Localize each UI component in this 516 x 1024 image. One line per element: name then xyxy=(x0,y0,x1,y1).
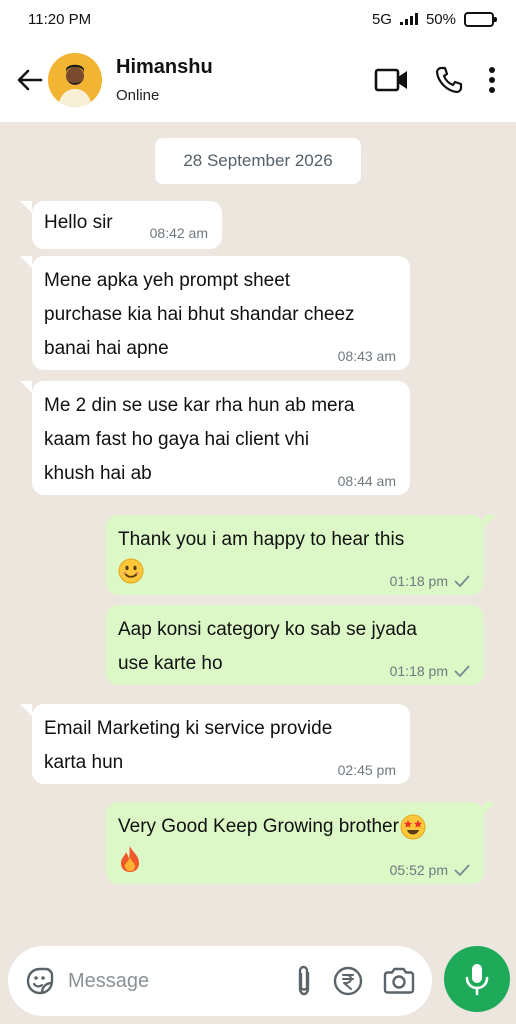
avatar-photo xyxy=(48,53,102,107)
video-call-button[interactable] xyxy=(374,67,410,93)
smiling-face-emoji xyxy=(118,558,144,584)
message-meta: 05:52 pm xyxy=(390,862,470,878)
message-bubble-incoming[interactable]: Email Marketing ki service provide karta… xyxy=(32,704,410,784)
message-bubble-outgoing[interactable]: Aap konsi category ko sab se jyada use k… xyxy=(106,605,484,685)
mic-button[interactable] xyxy=(444,946,510,1012)
read-check-icon xyxy=(454,575,470,587)
status-time: 11:20 PM xyxy=(28,10,92,28)
message-line: Mene apka yeh prompt sheet xyxy=(44,270,291,291)
back-arrow-icon xyxy=(17,69,43,91)
message-line: Aap konsi category ko sab se jyada xyxy=(118,619,417,640)
message-text: Hello sir xyxy=(44,212,113,233)
message-line: kaam fast ho gaya hai client vhi xyxy=(44,429,310,450)
fire-emoji xyxy=(121,845,139,872)
message-line: Very Good Keep Growing brother xyxy=(118,816,399,837)
bubble-tail xyxy=(20,256,32,268)
phone-call-icon xyxy=(435,66,463,94)
bubble-tail xyxy=(20,201,32,213)
date-chip: 28 September 2026 xyxy=(155,138,361,184)
message-time: 01:18 pm xyxy=(389,573,448,589)
status-bar: 11:20 PM 5G 50% xyxy=(0,0,516,38)
camera-icon xyxy=(383,967,415,994)
message-bubble-incoming[interactable]: Mene apka yeh prompt sheet purchase kia … xyxy=(32,256,410,370)
message-meta: 01:18 pm xyxy=(390,573,470,589)
message-time: 01:18 pm xyxy=(389,663,448,679)
payment-button[interactable] xyxy=(332,965,364,997)
battery-icon xyxy=(464,11,497,27)
more-options-icon xyxy=(489,67,495,93)
chat-header: Himanshu Online xyxy=(0,38,516,122)
message-bubble-outgoing[interactable]: Very Good Keep Growing brother 05:52 pm xyxy=(106,802,484,884)
signal-icon xyxy=(399,13,418,25)
sticker-button[interactable] xyxy=(24,965,56,997)
more-options-button[interactable] xyxy=(488,66,496,94)
star-struck-emoji xyxy=(400,814,426,840)
message-line: Email Marketing ki service provide xyxy=(44,718,333,739)
contact-status: Online xyxy=(116,87,160,104)
video-call-icon xyxy=(374,68,407,92)
battery-percent: 50% xyxy=(425,10,456,28)
message-input[interactable] xyxy=(68,969,294,993)
mic-icon xyxy=(465,964,489,996)
contact-name: Himanshu xyxy=(116,56,213,78)
attach-icon xyxy=(298,965,310,996)
bubble-tail xyxy=(484,515,496,527)
network-label: 5G xyxy=(371,10,392,28)
message-line: Me 2 din se use kar rha hun ab mera xyxy=(44,395,355,416)
message-time: 08:44 am xyxy=(337,473,396,489)
read-check-icon xyxy=(454,665,470,677)
message-bubble-incoming[interactable]: Hello sir 08:42 am xyxy=(32,201,222,249)
composer-actions xyxy=(294,964,416,998)
contact-info[interactable]: Himanshu Online xyxy=(116,56,374,104)
message-line: Thank you i am happy to hear this xyxy=(118,529,405,550)
message-bubble-outgoing[interactable]: Thank you i am happy to hear this 01:18 … xyxy=(106,515,484,595)
bubble-tail xyxy=(20,381,32,393)
message-meta: 01:18 pm xyxy=(390,663,470,679)
message-time: 05:52 pm xyxy=(389,862,448,878)
chat-area[interactable]: 28 September 2026 Hello sir 08:42 am Men… xyxy=(0,122,516,1024)
header-actions xyxy=(374,65,496,95)
message-bubble-incoming[interactable]: Me 2 din se use kar rha hun ab mera kaam… xyxy=(32,381,410,495)
read-check-icon xyxy=(454,864,470,876)
voice-call-button[interactable] xyxy=(434,65,464,95)
sticker-icon xyxy=(26,967,54,995)
avatar[interactable] xyxy=(48,53,102,107)
message-time: 08:42 am xyxy=(149,225,208,241)
bubble-tail xyxy=(20,704,32,716)
attach-button[interactable] xyxy=(294,964,314,998)
camera-button[interactable] xyxy=(382,966,416,996)
status-indicators: 5G 50% xyxy=(371,10,497,28)
message-time: 02:45 pm xyxy=(337,762,396,778)
bubble-tail xyxy=(484,802,496,814)
message-time: 08:43 am xyxy=(337,348,396,364)
message-composer xyxy=(8,946,432,1016)
message-line: purchase kia hai bhut shandar cheez xyxy=(44,304,355,325)
rupee-payment-icon xyxy=(333,966,363,996)
back-button[interactable] xyxy=(12,60,48,100)
